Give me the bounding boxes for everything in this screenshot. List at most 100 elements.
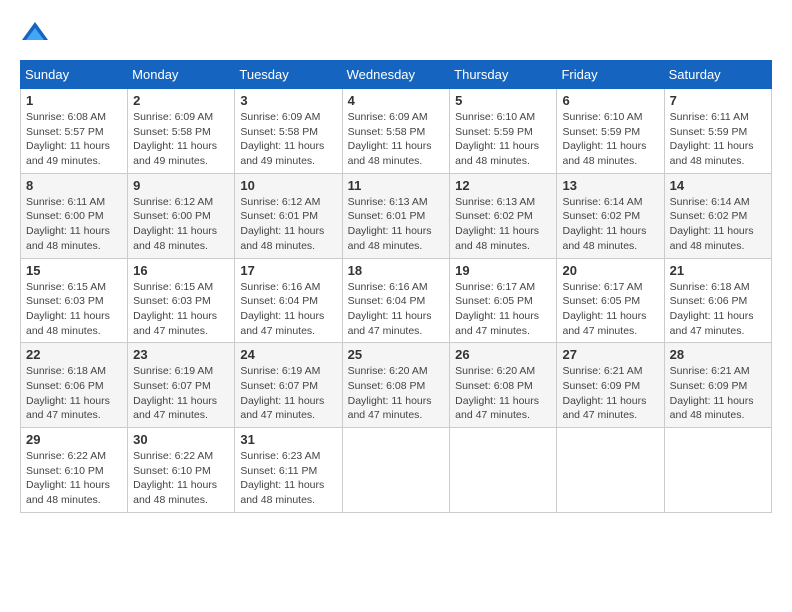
sunset-time: 6:01 PM [279, 210, 318, 222]
sunset-label: Sunset: [26, 210, 65, 222]
day-info: Sunrise: 6:20 AM Sunset: 6:08 PM Dayligh… [348, 364, 445, 423]
page-header [20, 20, 772, 50]
day-number: 3 [240, 93, 336, 108]
sunrise-time: 6:17 AM [604, 281, 643, 293]
day-number: 12 [455, 178, 551, 193]
sunset-time: 6:02 PM [708, 210, 747, 222]
daylight-label: Daylight: [455, 395, 499, 407]
sunset-label: Sunset: [240, 380, 279, 392]
sunrise-label: Sunrise: [455, 365, 496, 377]
day-number: 21 [670, 263, 766, 278]
day-info: Sunrise: 6:22 AM Sunset: 6:10 PM Dayligh… [26, 449, 122, 508]
calendar-day-cell: 12 Sunrise: 6:13 AM Sunset: 6:02 PM Dayl… [450, 173, 557, 258]
sunrise-label: Sunrise: [240, 196, 281, 208]
sunrise-label: Sunrise: [240, 281, 281, 293]
sunset-time: 6:10 PM [65, 465, 104, 477]
calendar-day-cell: 15 Sunrise: 6:15 AM Sunset: 6:03 PM Dayl… [21, 258, 128, 343]
daylight-label: Daylight: [26, 395, 70, 407]
calendar-day-cell: 11 Sunrise: 6:13 AM Sunset: 6:01 PM Dayl… [342, 173, 450, 258]
sunset-time: 6:05 PM [601, 295, 640, 307]
sunset-label: Sunset: [670, 380, 709, 392]
calendar-week-row: 15 Sunrise: 6:15 AM Sunset: 6:03 PM Dayl… [21, 258, 772, 343]
sunrise-time: 6:10 AM [497, 111, 536, 123]
weekday-header-tuesday: Tuesday [235, 61, 342, 89]
day-info: Sunrise: 6:16 AM Sunset: 6:04 PM Dayligh… [348, 280, 445, 339]
day-info: Sunrise: 6:11 AM Sunset: 5:59 PM Dayligh… [670, 110, 766, 169]
day-info: Sunrise: 6:11 AM Sunset: 6:00 PM Dayligh… [26, 195, 122, 254]
sunrise-time: 6:13 AM [389, 196, 428, 208]
day-number: 31 [240, 432, 336, 447]
daylight-label: Daylight: [348, 310, 392, 322]
weekday-header-friday: Friday [557, 61, 664, 89]
daylight-label: Daylight: [348, 395, 392, 407]
sunset-time: 6:07 PM [279, 380, 318, 392]
daylight-label: Daylight: [562, 140, 606, 152]
day-info: Sunrise: 6:14 AM Sunset: 6:02 PM Dayligh… [562, 195, 658, 254]
sunrise-label: Sunrise: [133, 450, 174, 462]
day-info: Sunrise: 6:15 AM Sunset: 6:03 PM Dayligh… [26, 280, 122, 339]
day-info: Sunrise: 6:19 AM Sunset: 6:07 PM Dayligh… [133, 364, 229, 423]
sunset-time: 6:01 PM [386, 210, 425, 222]
calendar-day-cell: 2 Sunrise: 6:09 AM Sunset: 5:58 PM Dayli… [128, 89, 235, 174]
sunset-label: Sunset: [26, 295, 65, 307]
sunrise-label: Sunrise: [670, 281, 711, 293]
sunrise-time: 6:14 AM [711, 196, 750, 208]
calendar-week-row: 1 Sunrise: 6:08 AM Sunset: 5:57 PM Dayli… [21, 89, 772, 174]
day-info: Sunrise: 6:17 AM Sunset: 6:05 PM Dayligh… [562, 280, 658, 339]
sunrise-time: 6:11 AM [711, 111, 749, 123]
day-info: Sunrise: 6:21 AM Sunset: 6:09 PM Dayligh… [562, 364, 658, 423]
day-number: 5 [455, 93, 551, 108]
day-info: Sunrise: 6:18 AM Sunset: 6:06 PM Dayligh… [670, 280, 766, 339]
day-number: 23 [133, 347, 229, 362]
day-info: Sunrise: 6:13 AM Sunset: 6:01 PM Dayligh… [348, 195, 445, 254]
daylight-label: Daylight: [240, 225, 284, 237]
calendar-day-cell: 19 Sunrise: 6:17 AM Sunset: 6:05 PM Dayl… [450, 258, 557, 343]
sunrise-time: 6:15 AM [175, 281, 214, 293]
day-info: Sunrise: 6:19 AM Sunset: 6:07 PM Dayligh… [240, 364, 336, 423]
sunset-time: 5:58 PM [279, 126, 318, 138]
day-number: 24 [240, 347, 336, 362]
sunset-label: Sunset: [670, 295, 709, 307]
sunrise-time: 6:10 AM [604, 111, 643, 123]
day-number: 28 [670, 347, 766, 362]
sunrise-label: Sunrise: [562, 281, 603, 293]
calendar-day-cell: 24 Sunrise: 6:19 AM Sunset: 6:07 PM Dayl… [235, 343, 342, 428]
day-info: Sunrise: 6:09 AM Sunset: 5:58 PM Dayligh… [133, 110, 229, 169]
day-info: Sunrise: 6:12 AM Sunset: 6:00 PM Dayligh… [133, 195, 229, 254]
calendar-day-cell: 21 Sunrise: 6:18 AM Sunset: 6:06 PM Dayl… [664, 258, 771, 343]
daylight-label: Daylight: [562, 395, 606, 407]
sunrise-time: 6:15 AM [67, 281, 106, 293]
sunset-label: Sunset: [133, 295, 172, 307]
sunset-label: Sunset: [26, 465, 65, 477]
sunrise-time: 6:16 AM [282, 281, 321, 293]
sunset-label: Sunset: [26, 126, 65, 138]
daylight-label: Daylight: [455, 225, 499, 237]
calendar-day-cell: 9 Sunrise: 6:12 AM Sunset: 6:00 PM Dayli… [128, 173, 235, 258]
empty-cell [450, 428, 557, 513]
sunset-label: Sunset: [133, 465, 172, 477]
daylight-label: Daylight: [670, 310, 714, 322]
daylight-label: Daylight: [562, 225, 606, 237]
empty-cell [664, 428, 771, 513]
sunrise-time: 6:19 AM [282, 365, 321, 377]
weekday-header-saturday: Saturday [664, 61, 771, 89]
calendar-day-cell: 28 Sunrise: 6:21 AM Sunset: 6:09 PM Dayl… [664, 343, 771, 428]
calendar-header-row: SundayMondayTuesdayWednesdayThursdayFrid… [21, 61, 772, 89]
sunrise-time: 6:09 AM [175, 111, 214, 123]
sunrise-label: Sunrise: [455, 196, 496, 208]
sunrise-time: 6:22 AM [67, 450, 106, 462]
calendar-week-row: 22 Sunrise: 6:18 AM Sunset: 6:06 PM Dayl… [21, 343, 772, 428]
sunrise-time: 6:14 AM [604, 196, 643, 208]
sunset-time: 6:03 PM [65, 295, 104, 307]
daylight-label: Daylight: [26, 225, 70, 237]
calendar-day-cell: 16 Sunrise: 6:15 AM Sunset: 6:03 PM Dayl… [128, 258, 235, 343]
sunset-label: Sunset: [455, 295, 494, 307]
daylight-label: Daylight: [240, 479, 284, 491]
sunrise-time: 6:20 AM [389, 365, 428, 377]
daylight-label: Daylight: [348, 140, 392, 152]
sunrise-time: 6:20 AM [497, 365, 536, 377]
sunset-time: 6:02 PM [494, 210, 533, 222]
day-number: 10 [240, 178, 336, 193]
day-number: 30 [133, 432, 229, 447]
day-number: 4 [348, 93, 445, 108]
